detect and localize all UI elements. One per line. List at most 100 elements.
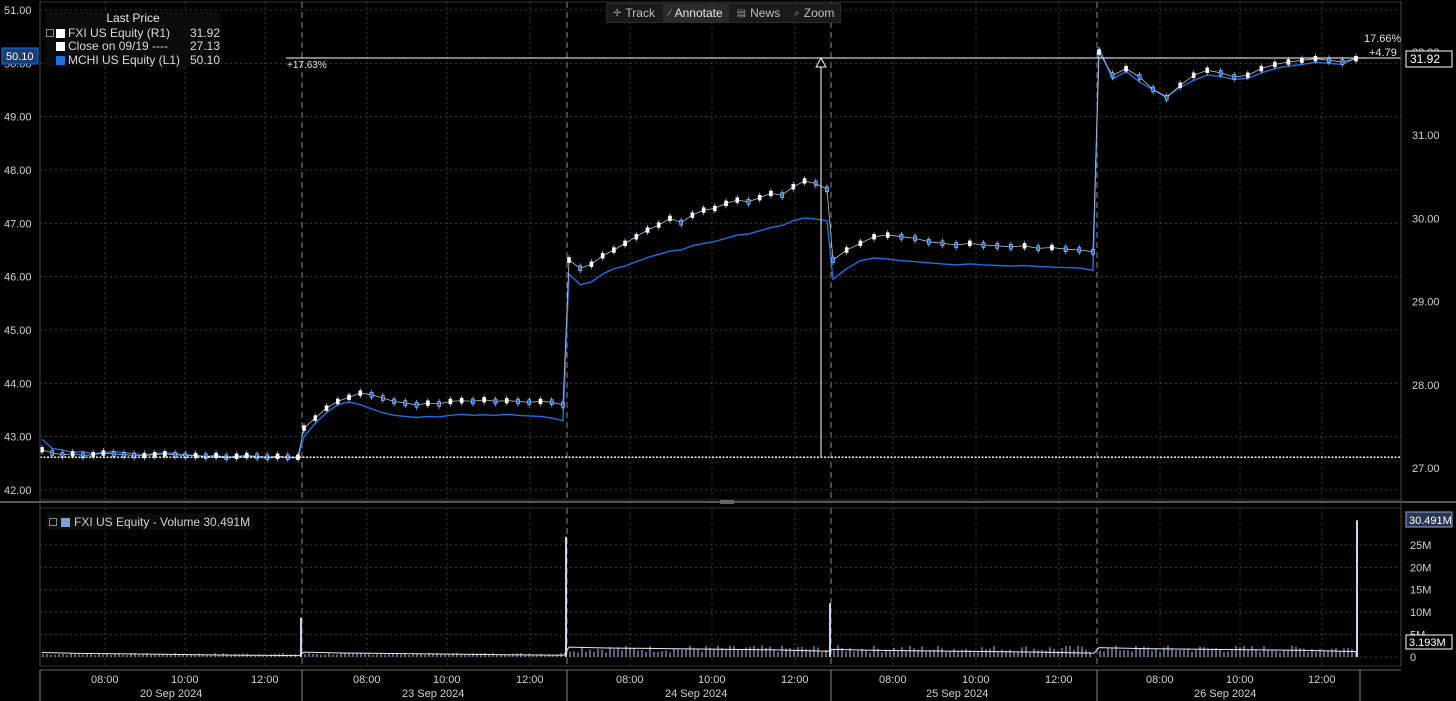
legend-series-value: 31.92 [189,25,220,40]
toolbar-zoom-button[interactable]: ⌕ Zoom [788,4,840,22]
chart-toolbar: ✛ Track ∕ Annotate ▤ News ⌕ Zoom [606,3,842,23]
legend-color-swatch [56,28,65,38]
right-axis-tick-label: 31.00 [1412,130,1440,142]
legend-row-fxi[interactable]: FXI US Equity (R1) 31.92 [46,25,220,41]
left-axis-tick-label: 42.00 [4,485,32,497]
left-axis-tick-label: 47.00 [4,218,32,230]
fxi-candle [302,425,306,431]
toolbar-label: Annotate [674,6,723,20]
fxi-candle [381,395,385,401]
fxi-candle [831,257,835,263]
fxi-candle [275,453,280,460]
fxi-candle [634,234,639,240]
fxi-candle [1205,67,1210,74]
toolbar-news-button[interactable]: ▤ News [731,4,786,22]
toolbar-annotate-button[interactable]: ∕ Annotate [662,4,729,22]
toolbar-track-button[interactable]: ✛ Track [607,4,661,22]
fxi-candle [940,240,945,247]
x-axis-time-label: 08:00 [91,674,119,686]
legend-row-mchi[interactable]: MCHI US Equity (L1) 50.10 [46,52,220,68]
annotation-right-abs: +4.79 [1369,47,1397,59]
fxi-candle [403,400,408,406]
legend-series-name: MCHI US Equity (L1) [68,52,181,67]
fxi-candle [1009,243,1013,250]
fxi-candle [612,247,616,253]
fxi-candle [414,402,419,408]
fxi-candle [437,401,441,407]
price-volume-chart[interactable]: 51.0050.0049.0048.0047.0046.0045.0044.00… [0,0,1456,701]
fxi-candle [1300,57,1304,64]
volume-axis-tick-label: 0 [1410,652,1416,664]
fxi-candle [1286,59,1291,65]
fxi-candle [589,261,594,267]
right-axis-tick-label: 30.00 [1412,213,1440,225]
fxi-candle [679,219,683,226]
fxi-candle [656,222,661,228]
fxi-candle [163,451,167,457]
fxi-candle [204,453,208,460]
fxi-candle [1191,72,1196,78]
legend-toggle-icon[interactable] [46,29,54,38]
fxi-candle [926,238,931,245]
fxi-candle [255,453,259,460]
fxi-candle [40,446,44,453]
annotation-label: +17.63% [287,60,327,71]
x-axis-time-label: 12:00 [251,674,279,686]
fxi-candle [538,398,543,405]
fxi-candle [995,243,1000,249]
fxi-candle [954,242,958,248]
fxi-candle [471,398,475,405]
legend-row-close[interactable]: Close on 09/19 ---- 27.13 [46,39,220,54]
legend-toggle-icon[interactable] [46,56,54,64]
fxi-candle [504,397,509,404]
fxi-candle [1063,246,1068,252]
fxi-candle [448,398,453,405]
volume-legend[interactable]: FXI US Equity - Volume 30.491M [46,514,254,530]
pencil-icon: ∕ [668,7,671,19]
right-axis-tick-label: 29.00 [1412,297,1440,309]
x-axis-time-label: 12:00 [516,674,544,686]
fxi-candle [1164,95,1169,101]
toolbar-label: Zoom [803,6,835,20]
legend-series-name: FXI US Equity (R1) [68,25,171,40]
fxi-candle [1313,55,1318,62]
fxi-candle [369,392,374,398]
volume-current-value-label: 30.491M [1409,515,1452,527]
x-axis-date-label: 20 Sep 2024 [140,688,202,700]
x-axis-time-label: 10:00 [698,674,726,686]
fxi-candle [645,227,650,233]
fxi-candle [335,398,340,405]
volume-legend-label: FXI US Equity - Volume 30.491M [74,515,251,529]
legend-series-value: 50.10 [189,52,220,67]
fxi-candle [347,394,351,400]
fxi-candle [493,398,498,405]
fxi-candle [701,207,706,213]
fxi-candle [791,184,796,190]
fxi-candle [392,398,396,405]
volume-avg-value-label: 3.193M [1409,637,1446,649]
magnifier-icon: ⌕ [794,7,800,19]
fxi-candle [1097,49,1101,55]
fxi-candle [1022,243,1027,249]
fxi-candle [735,197,740,203]
fxi-candle [1050,244,1054,251]
fxi-candle [802,178,807,184]
fxi-candle [724,200,728,207]
fxi-candle [899,234,904,240]
x-axis-time-label: 12:00 [781,674,809,686]
legend-toggle-icon[interactable] [46,43,54,51]
x-axis-date-label: 25 Sep 2024 [926,688,988,700]
volume-axis-tick-label: 20M [1410,562,1431,574]
left-axis-tick-label: 51.00 [4,5,32,17]
x-axis-date-label: 26 Sep 2024 [1194,688,1256,700]
legend-toggle-icon[interactable] [49,518,57,526]
legend-series-value: 27.13 [189,39,220,53]
x-axis-time-label: 12:00 [1308,674,1336,686]
fxi-candle [91,451,95,458]
fxi-candle [780,192,784,198]
crosshair-icon: ✛ [613,7,622,19]
legend-color-swatch [56,42,65,52]
fxi-candle [578,265,583,272]
fxi-candle [769,190,773,197]
x-axis-time-label: 08:00 [879,674,907,686]
